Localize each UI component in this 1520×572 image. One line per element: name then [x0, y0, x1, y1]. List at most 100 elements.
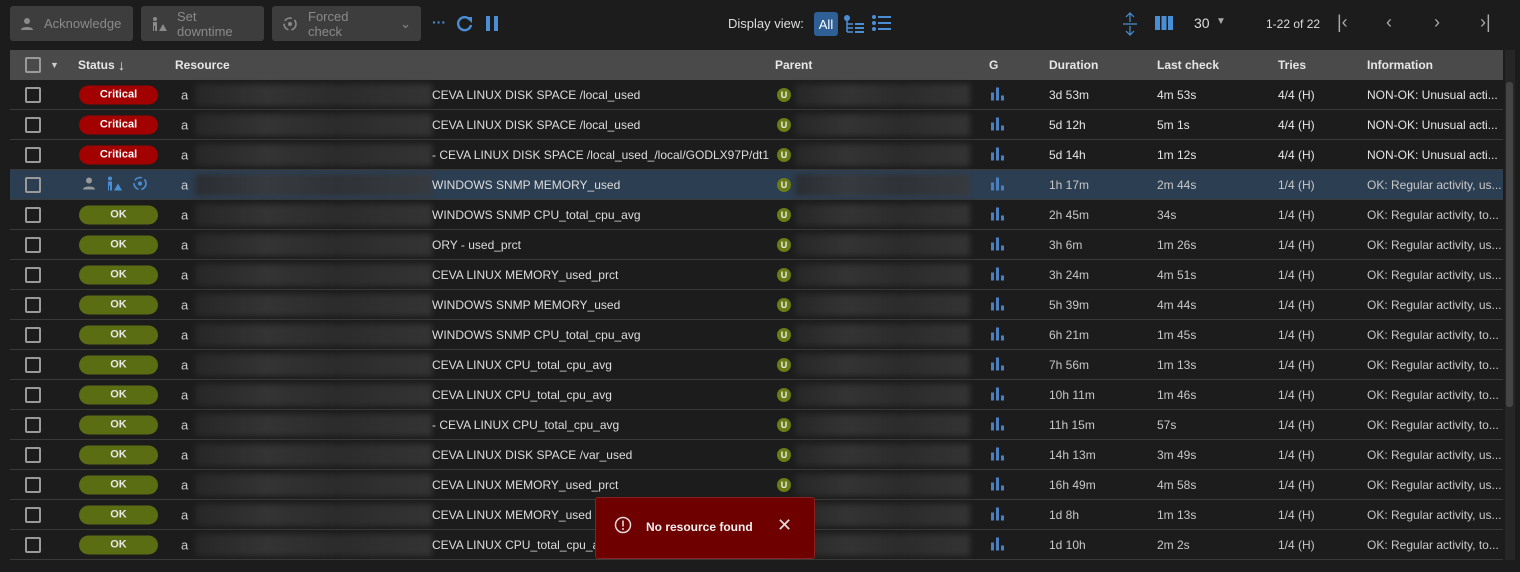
table-row[interactable]: OK a CEVA LINUX MEMORY_used_prct U 16h 4… — [10, 470, 1503, 500]
graph-icon[interactable] — [991, 536, 1005, 553]
per-page-select[interactable]: 30 — [1194, 15, 1210, 31]
graph-icon[interactable] — [991, 266, 1005, 283]
row-checkbox[interactable] — [25, 266, 41, 283]
acknowledge-label: Acknowledge — [44, 16, 122, 31]
graph-icon[interactable] — [991, 476, 1005, 493]
row-checkbox[interactable] — [25, 506, 41, 523]
graph-icon[interactable] — [991, 326, 1005, 343]
next-page-icon[interactable]: › — [1434, 12, 1440, 33]
refresh-icon[interactable] — [456, 15, 474, 36]
column-duration[interactable]: Duration — [1049, 58, 1098, 72]
table-row[interactable]: OK a CEVA LINUX CPU_total_cpu_avg U 10h … — [10, 380, 1503, 410]
row-checkbox[interactable] — [25, 296, 41, 313]
acknowledge-button[interactable]: Acknowledge — [10, 6, 133, 41]
graph-icon[interactable] — [991, 206, 1005, 223]
resource-name[interactable]: WINDOWS SNMP CPU_total_cpu_avg — [432, 208, 641, 222]
graph-icon[interactable] — [991, 416, 1005, 433]
row-checkbox[interactable] — [25, 86, 41, 103]
table-row[interactable]: OK a WINDOWS SNMP MEMORY_used U 5h 39m 4… — [10, 290, 1503, 320]
resource-name[interactable]: CEVA LINUX MEMORY_used_prct — [432, 478, 618, 492]
row-checkbox[interactable] — [25, 326, 41, 343]
resource-name[interactable]: WINDOWS SNMP MEMORY_used — [432, 298, 620, 312]
close-icon[interactable]: ✕ — [777, 515, 792, 536]
duration: 1h 17m — [1049, 177, 1090, 192]
graph-icon[interactable] — [991, 446, 1005, 463]
forced-check-button[interactable]: Forced check ⌄ — [272, 6, 421, 41]
acknowledge-row-icon[interactable] — [82, 176, 96, 193]
list-view-icon[interactable] — [872, 14, 892, 35]
row-checkbox[interactable] — [25, 476, 41, 493]
caret-down-icon[interactable]: ▼ — [1216, 16, 1226, 27]
error-icon — [614, 516, 632, 537]
table-row[interactable]: Critical a - CEVA LINUX DISK SPACE /loca… — [10, 140, 1503, 170]
column-tries[interactable]: Tries — [1278, 58, 1306, 72]
column-resource[interactable]: Resource — [175, 58, 230, 72]
graph-icon[interactable] — [991, 236, 1005, 253]
column-status[interactable]: Status — [78, 58, 115, 72]
graph-icon[interactable] — [991, 86, 1005, 103]
row-checkbox[interactable] — [25, 416, 41, 433]
column-information[interactable]: Information — [1367, 58, 1433, 72]
resource-name[interactable]: CEVA LINUX CPU_total_cpu_avg — [432, 358, 612, 372]
resource-prefix: a — [181, 207, 189, 222]
table-row[interactable]: OK a CEVA LINUX CPU_total_cpu_avg U 7h 5… — [10, 350, 1503, 380]
graph-icon[interactable] — [991, 146, 1005, 163]
last-page-icon[interactable]: ›| — [1480, 12, 1491, 33]
row-checkbox[interactable] — [25, 356, 41, 373]
table-row[interactable]: OK a WINDOWS SNMP CPU_total_cpu_avg U 2h… — [10, 200, 1503, 230]
prev-page-icon[interactable]: ‹ — [1386, 12, 1392, 33]
table-row[interactable]: OK a CEVA LINUX MEMORY_used_prct U 3h 24… — [10, 260, 1503, 290]
select-all-checkbox[interactable] — [25, 57, 41, 73]
row-checkbox[interactable] — [25, 116, 41, 133]
graph-icon[interactable] — [991, 116, 1005, 133]
graph-icon[interactable] — [991, 296, 1005, 313]
table-row[interactable]: a WINDOWS SNMP MEMORY_used U 1h 17m 2m 4… — [10, 170, 1503, 200]
resource-name[interactable]: CEVA LINUX MEMORY_used_prct — [432, 268, 618, 282]
resource-name[interactable]: WINDOWS SNMP MEMORY_used — [432, 178, 620, 192]
more-icon[interactable]: ··· — [432, 14, 446, 30]
resource-name[interactable]: CEVA LINUX MEMORY_used — [432, 508, 592, 522]
row-checkbox[interactable] — [25, 536, 41, 553]
display-all-button[interactable]: All — [814, 12, 838, 36]
pause-icon[interactable] — [486, 16, 498, 34]
row-checkbox[interactable] — [25, 146, 41, 163]
sort-desc-icon[interactable]: ↓ — [118, 57, 125, 73]
set-downtime-button[interactable]: Set downtime — [141, 6, 264, 41]
select-menu-icon[interactable]: ▼ — [50, 60, 59, 70]
row-checkbox[interactable] — [25, 176, 41, 193]
chevron-down-icon[interactable]: ⌄ — [400, 16, 411, 32]
table-row[interactable]: OK a ORY - used_prct U 3h 6m 1m 26s 1/4 … — [10, 230, 1503, 260]
row-checkbox[interactable] — [25, 206, 41, 223]
forced-check-row-icon[interactable] — [132, 175, 148, 194]
column-last-check[interactable]: Last check — [1157, 58, 1219, 72]
graph-icon[interactable] — [991, 176, 1005, 193]
resource-name[interactable]: CEVA LINUX CPU_total_cpu_avg — [432, 388, 612, 402]
row-checkbox[interactable] — [25, 386, 41, 403]
graph-icon[interactable] — [991, 356, 1005, 373]
tree-view-icon[interactable] — [843, 14, 865, 37]
downtime-row-icon[interactable] — [106, 176, 122, 193]
columns-icon[interactable] — [1155, 16, 1173, 33]
resource-name[interactable]: - CEVA LINUX DISK SPACE /local_used_/loc… — [432, 148, 769, 162]
row-checkbox[interactable] — [25, 446, 41, 463]
first-page-icon[interactable]: |‹ — [1337, 12, 1348, 33]
table-row[interactable]: OK a - CEVA LINUX CPU_total_cpu_avg U 11… — [10, 410, 1503, 440]
table-row[interactable]: OK a WINDOWS SNMP CPU_total_cpu_avg U 6h… — [10, 320, 1503, 350]
resource-name[interactable]: CEVA LINUX DISK SPACE /var_used — [432, 448, 632, 462]
resource-name[interactable]: CEVA LINUX DISK SPACE /local_used — [432, 118, 640, 132]
graph-icon[interactable] — [991, 506, 1005, 523]
column-parent[interactable]: Parent — [775, 58, 812, 72]
resource-name[interactable]: ORY - used_prct — [432, 238, 521, 252]
tries: 1/4 (H) — [1278, 177, 1315, 192]
table-row[interactable]: OK a CEVA LINUX DISK SPACE /var_used U 1… — [10, 440, 1503, 470]
graph-icon[interactable] — [991, 386, 1005, 403]
resource-name[interactable]: WINDOWS SNMP CPU_total_cpu_avg — [432, 328, 641, 342]
table-row[interactable]: Critical a CEVA LINUX DISK SPACE /local_… — [10, 80, 1503, 110]
resource-name[interactable]: CEVA LINUX DISK SPACE /local_used — [432, 88, 640, 102]
resource-name[interactable]: - CEVA LINUX CPU_total_cpu_avg — [432, 418, 619, 432]
scrollbar-thumb[interactable] — [1506, 82, 1513, 407]
resource-name[interactable]: CEVA LINUX CPU_total_cpu_avg — [432, 538, 612, 552]
expand-rows-icon[interactable] — [1122, 12, 1138, 39]
row-checkbox[interactable] — [25, 236, 41, 253]
table-row[interactable]: Critical a CEVA LINUX DISK SPACE /local_… — [10, 110, 1503, 140]
